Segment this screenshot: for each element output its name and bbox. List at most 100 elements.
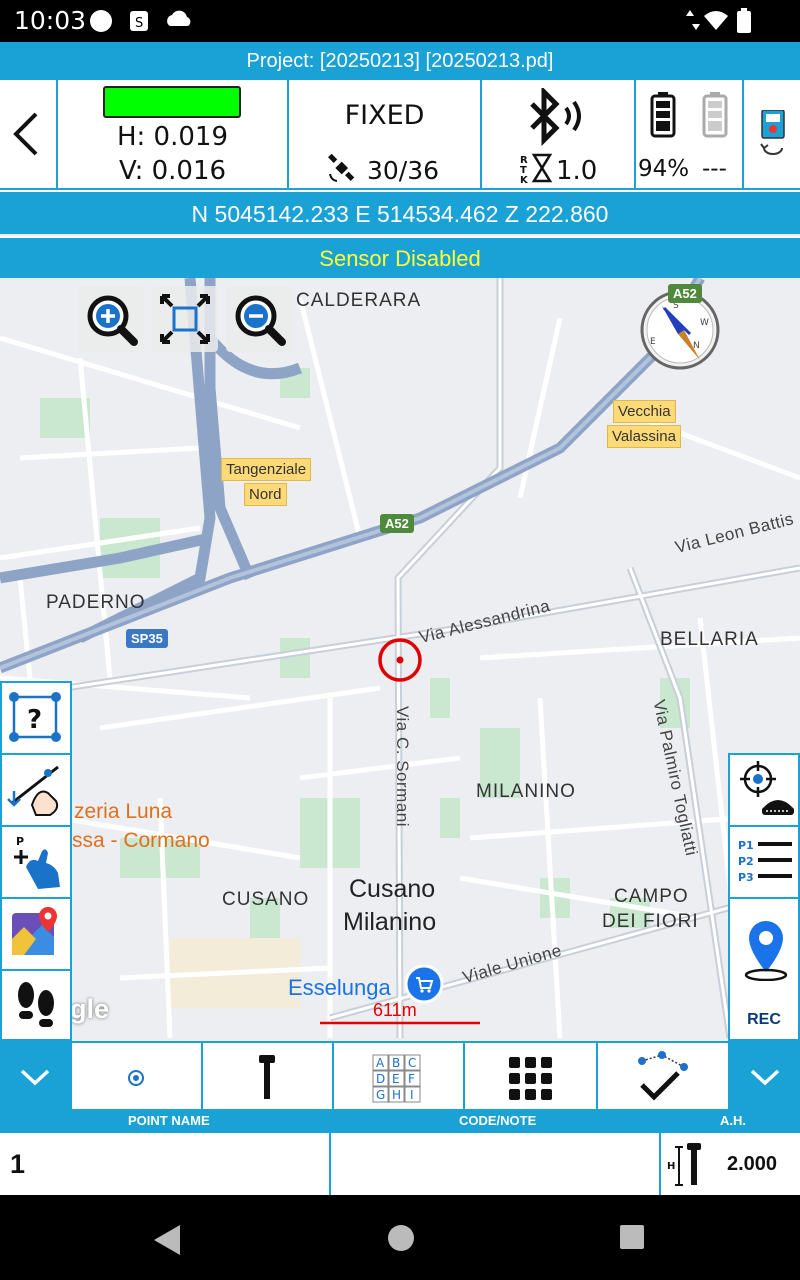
battery-empty-icon bbox=[702, 92, 728, 138]
svg-text:K: K bbox=[520, 175, 529, 184]
area-query-icon: ? bbox=[9, 692, 61, 742]
point-target-icon bbox=[128, 1070, 144, 1086]
svg-text:G: G bbox=[376, 1088, 385, 1102]
svg-text:E: E bbox=[650, 337, 656, 347]
code-keyboard-button[interactable]: ABC DEF GHI bbox=[334, 1043, 463, 1109]
scale-label: 611m bbox=[373, 1000, 417, 1020]
add-point-button[interactable]: P bbox=[0, 825, 72, 899]
map-label: CALDERARA bbox=[296, 290, 422, 311]
stakeout-line-button[interactable] bbox=[0, 753, 72, 827]
survey-point-mode-button[interactable] bbox=[72, 1043, 201, 1109]
google-logo: gle bbox=[70, 994, 110, 1024]
map-view[interactable]: S W E N CALDERARA PADERNO BELLARIA MILAN… bbox=[0, 278, 800, 1041]
zoom-out-button[interactable] bbox=[226, 286, 292, 352]
data-arrows-icon bbox=[686, 10, 700, 30]
wifi-icon bbox=[704, 11, 728, 30]
antenna-height-field[interactable]: H 2.000 bbox=[661, 1133, 800, 1195]
maps-icon bbox=[12, 907, 57, 955]
check-points-icon bbox=[638, 1051, 688, 1101]
svg-text:W: W bbox=[700, 318, 709, 328]
svg-text:E: E bbox=[392, 1072, 400, 1086]
compass-icon: S W E N bbox=[640, 290, 720, 370]
road-label: Nord bbox=[244, 483, 287, 506]
road-label: Tangenziale bbox=[221, 458, 312, 481]
chevron-left-icon bbox=[13, 112, 38, 156]
road-label: Valassina bbox=[607, 425, 681, 448]
satellite-icon bbox=[328, 154, 355, 182]
road-label: Vecchia bbox=[613, 400, 676, 423]
code-note-header: CODE/NOTE bbox=[459, 1113, 537, 1128]
highway-shield: SP35 bbox=[126, 629, 168, 648]
maps-button[interactable] bbox=[0, 897, 72, 971]
cloud-icon bbox=[167, 10, 191, 26]
highway-shield: A52 bbox=[380, 514, 414, 533]
record-button[interactable]: REC bbox=[728, 897, 800, 1041]
h-precision: H: 0.019 bbox=[116, 122, 228, 152]
circle-notification-icon bbox=[90, 10, 112, 32]
bluetooth-icon bbox=[530, 88, 581, 146]
stakeout-point-button[interactable] bbox=[728, 753, 800, 827]
point-name-value: 1 bbox=[10, 1149, 26, 1179]
back-nav-icon[interactable] bbox=[150, 1223, 184, 1257]
rec-label: REC bbox=[747, 1011, 781, 1028]
map-label: DEI FIORI bbox=[602, 911, 699, 932]
street-label: Via C. Sormani bbox=[393, 706, 412, 828]
svg-text:P3: P3 bbox=[738, 871, 754, 884]
battery-2-level: --- bbox=[702, 156, 727, 182]
fix-status: FIXED bbox=[344, 100, 425, 131]
map-label: CAMPO bbox=[614, 886, 689, 907]
poi-label: Esselunga bbox=[288, 975, 391, 1000]
target-receiver-icon bbox=[740, 761, 794, 815]
battery-full-icon bbox=[650, 92, 676, 138]
svg-text:B: B bbox=[392, 1056, 400, 1070]
footsteps-button[interactable] bbox=[0, 969, 72, 1041]
bluetooth-panel[interactable]: R T K 1.0 bbox=[482, 80, 634, 188]
home-nav-icon[interactable] bbox=[386, 1223, 416, 1253]
point-entry-row: 1 H 2.000 bbox=[0, 1131, 800, 1195]
antenna-height-header: A.H. bbox=[720, 1113, 746, 1128]
status-bar: 10:03 S bbox=[0, 0, 800, 42]
point-name-header: POINT NAME bbox=[128, 1113, 210, 1128]
zoom-out-icon bbox=[235, 295, 286, 346]
recents-nav-icon[interactable] bbox=[618, 1223, 646, 1251]
svg-text:P1: P1 bbox=[738, 839, 754, 852]
svg-text:S: S bbox=[135, 16, 143, 31]
footsteps-icon bbox=[18, 982, 54, 1027]
antenna-height-value: 2.000 bbox=[727, 1153, 778, 1175]
precision-panel[interactable]: H: 0.019 V: 0.016 bbox=[58, 80, 287, 188]
keypad-grid-icon bbox=[509, 1057, 552, 1100]
battery-icon bbox=[737, 8, 751, 33]
bottom-toolbar: ABC DEF GHI bbox=[0, 1041, 800, 1111]
map-label: MILANINO bbox=[476, 781, 576, 802]
back-button[interactable] bbox=[0, 80, 56, 188]
zoom-in-icon bbox=[87, 295, 138, 346]
point-list-button[interactable]: P1 P2 P3 bbox=[728, 825, 800, 899]
expand-left-button[interactable] bbox=[0, 1041, 70, 1111]
highway-shield: A52 bbox=[668, 284, 702, 303]
pole-icon bbox=[259, 1055, 275, 1099]
line-stakeout-icon bbox=[7, 765, 59, 816]
project-title: Project: [20250213] [20250213.pd] bbox=[0, 42, 800, 80]
location-pin-icon bbox=[744, 921, 788, 981]
map-label: Milanino bbox=[343, 908, 437, 936]
numeric-keypad-button[interactable] bbox=[465, 1043, 596, 1109]
precision-indicator bbox=[103, 86, 241, 118]
rtk-age: 1.0 bbox=[556, 156, 598, 186]
zoom-in-button[interactable] bbox=[78, 286, 144, 352]
fix-panel[interactable]: FIXED 30/36 bbox=[289, 80, 480, 188]
expand-right-button[interactable] bbox=[730, 1041, 800, 1111]
gnss-info-bar: H: 0.019 V: 0.016 FIXED 30/36 R T K 1.0 … bbox=[0, 80, 800, 190]
confirm-points-button[interactable] bbox=[598, 1043, 728, 1109]
battery-panel[interactable]: 94% --- bbox=[636, 80, 742, 188]
receiver-switch-button[interactable] bbox=[744, 80, 800, 188]
zoom-extents-button[interactable] bbox=[152, 286, 218, 352]
sensor-status: Sensor Disabled bbox=[0, 236, 800, 278]
survey-pole-button[interactable] bbox=[203, 1043, 332, 1109]
svg-text:I: I bbox=[410, 1088, 414, 1102]
poi-label: ssa - Cormano bbox=[72, 829, 210, 852]
identify-area-button[interactable]: ? bbox=[0, 681, 72, 755]
point-name-field[interactable]: 1 bbox=[0, 1133, 329, 1195]
svg-text:C: C bbox=[408, 1056, 416, 1070]
code-note-field[interactable] bbox=[331, 1133, 659, 1195]
svg-text:A: A bbox=[376, 1056, 385, 1070]
